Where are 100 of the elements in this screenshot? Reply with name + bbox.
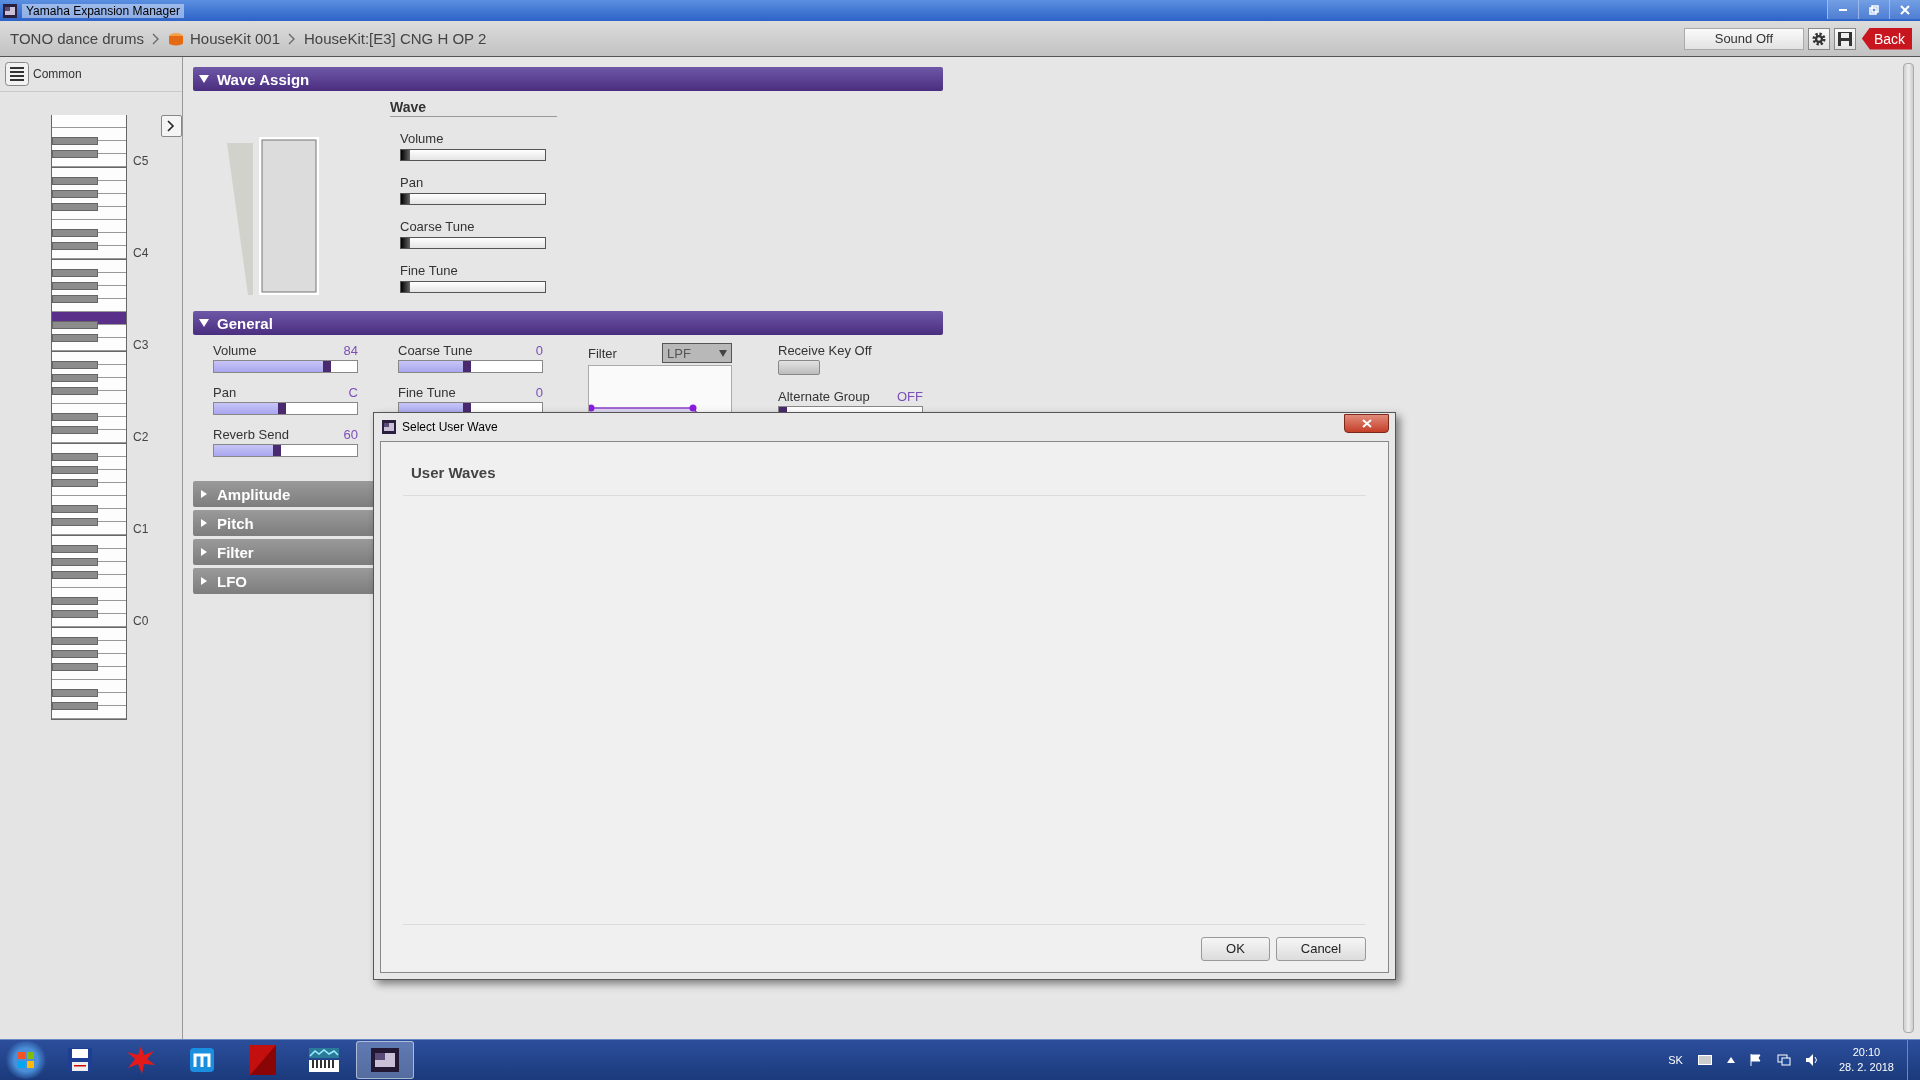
section-title: Pitch bbox=[217, 514, 254, 532]
piano-keys-drawing[interactable] bbox=[51, 260, 127, 352]
restore-button[interactable] bbox=[1858, 0, 1889, 19]
window-title: Yamaha Expansion Manager bbox=[22, 3, 184, 18]
minimize-icon bbox=[1839, 8, 1847, 11]
section-title: Amplitude bbox=[217, 485, 291, 503]
param-label: Reverb Send bbox=[213, 427, 289, 442]
wave-label: Wave bbox=[390, 99, 557, 117]
keyboard-icon[interactable] bbox=[1697, 1055, 1712, 1065]
param-label: Volume bbox=[213, 343, 257, 358]
slider[interactable] bbox=[213, 360, 358, 373]
octave-label: C2 bbox=[133, 431, 149, 444]
slider-thumb[interactable] bbox=[401, 150, 410, 160]
scrollbar[interactable] bbox=[1903, 63, 1914, 1033]
close-icon bbox=[1900, 4, 1910, 15]
common-row[interactable]: Common bbox=[0, 57, 182, 92]
param-value: 60 bbox=[343, 427, 358, 442]
settings-icon bbox=[1810, 30, 1827, 47]
param-label: Pan bbox=[400, 175, 425, 190]
slider-thumb[interactable] bbox=[401, 238, 410, 248]
clock-date: 28. 2. 2018 bbox=[1838, 1060, 1894, 1075]
piano-keys-drawing[interactable] bbox=[51, 536, 127, 628]
param-label: Volume bbox=[400, 131, 445, 146]
piano-keys-drawing[interactable] bbox=[51, 115, 127, 168]
restore-icon bbox=[1869, 4, 1879, 15]
flag-icon[interactable] bbox=[1749, 1054, 1762, 1066]
app-window-icon bbox=[371, 1048, 399, 1072]
piano-keys-drawing[interactable] bbox=[51, 168, 127, 260]
dropdown-arrow-icon bbox=[719, 349, 727, 357]
dialog-button[interactable]: OK bbox=[1201, 936, 1270, 961]
floppy-icon bbox=[67, 1047, 93, 1073]
network-icon[interactable] bbox=[1776, 1054, 1791, 1066]
param-label: Fine Tune bbox=[398, 385, 456, 400]
close-button[interactable] bbox=[1344, 413, 1389, 433]
breadcrumb-link[interactable]: HouseKit 001 bbox=[189, 30, 280, 47]
dialog-title: Select User Wave bbox=[402, 420, 498, 434]
slider[interactable] bbox=[400, 193, 546, 205]
back-button[interactable]: Back bbox=[1861, 27, 1912, 50]
expand-button[interactable] bbox=[160, 115, 182, 137]
param-value: 84 bbox=[343, 343, 358, 358]
param-value: C bbox=[348, 385, 358, 400]
param-label: Alternate Group bbox=[778, 389, 870, 404]
octave-label: C1 bbox=[133, 523, 149, 536]
param-label: Coarse Tune bbox=[400, 219, 476, 234]
app-tile-icon bbox=[250, 1045, 276, 1075]
toggle-button[interactable] bbox=[778, 360, 820, 375]
piano-keys-drawing[interactable] bbox=[51, 352, 127, 444]
slider[interactable] bbox=[400, 237, 546, 249]
slider[interactable] bbox=[213, 402, 358, 415]
piano-keys-drawing[interactable] bbox=[51, 628, 127, 720]
settings-button[interactable] bbox=[1807, 27, 1830, 50]
section-title: LFO bbox=[217, 572, 247, 590]
caret-icon[interactable] bbox=[1726, 1057, 1735, 1063]
param-value: 0 bbox=[535, 343, 543, 358]
close-icon bbox=[1361, 418, 1372, 428]
clock-time: 20:10 bbox=[1852, 1045, 1881, 1060]
octave-label: C5 bbox=[133, 155, 149, 168]
slider[interactable] bbox=[400, 281, 546, 293]
dialog-heading: User Waves bbox=[403, 442, 1366, 496]
dialog-button[interactable]: Cancel bbox=[1276, 936, 1366, 961]
close-button[interactable] bbox=[1889, 0, 1920, 19]
slider[interactable] bbox=[213, 444, 358, 457]
section-header[interactable]: Wave Assign bbox=[193, 67, 943, 91]
param-label: Pan bbox=[213, 385, 237, 400]
param-label: Coarse Tune bbox=[398, 343, 473, 358]
drum-icon bbox=[167, 31, 184, 46]
filter-label: Filter bbox=[588, 345, 617, 361]
section-header[interactable]: General bbox=[193, 311, 943, 335]
taskbar-app-button[interactable] bbox=[356, 1041, 414, 1079]
chevron-icon bbox=[167, 120, 176, 132]
app-icon bbox=[3, 3, 17, 18]
slider[interactable] bbox=[398, 360, 543, 373]
slider-thumb[interactable] bbox=[401, 194, 410, 204]
chevron-icon bbox=[288, 32, 296, 45]
language-indicator[interactable]: SK bbox=[1668, 1054, 1683, 1066]
list-icon bbox=[5, 62, 29, 86]
sound-off-button[interactable]: Sound Off bbox=[1683, 27, 1804, 50]
app-icon bbox=[382, 420, 396, 434]
section-title: General bbox=[217, 314, 273, 332]
common-label: Common bbox=[33, 67, 82, 81]
keyboard-icon bbox=[309, 1048, 339, 1072]
splat-icon bbox=[126, 1045, 156, 1075]
octave-label: C0 bbox=[133, 615, 149, 628]
breadcrumb-link[interactable]: TONO dance drums bbox=[10, 30, 144, 47]
minimize-button[interactable] bbox=[1827, 0, 1858, 19]
filter-type-dropdown[interactable]: LPF bbox=[662, 343, 732, 363]
param-value: 0 bbox=[535, 385, 543, 400]
clock[interactable]: 20:10 28. 2. 2018 bbox=[1838, 1045, 1894, 1075]
slider[interactable] bbox=[400, 149, 546, 161]
save-button[interactable] bbox=[1833, 27, 1856, 50]
speaker-icon[interactable] bbox=[1805, 1054, 1820, 1066]
section-title: Wave Assign bbox=[217, 70, 310, 88]
browser-icon bbox=[189, 1047, 215, 1073]
slider-thumb[interactable] bbox=[401, 282, 410, 292]
chevron-icon bbox=[151, 32, 160, 45]
receive-key-off-label: Receive Key Off bbox=[778, 343, 873, 358]
octave-label: C4 bbox=[133, 247, 149, 260]
floppy-icon bbox=[1837, 31, 1852, 46]
piano-keys-drawing[interactable] bbox=[51, 444, 127, 536]
breadcrumb-link[interactable]: HouseKit:[E3] CNG H OP 2 bbox=[304, 30, 487, 47]
